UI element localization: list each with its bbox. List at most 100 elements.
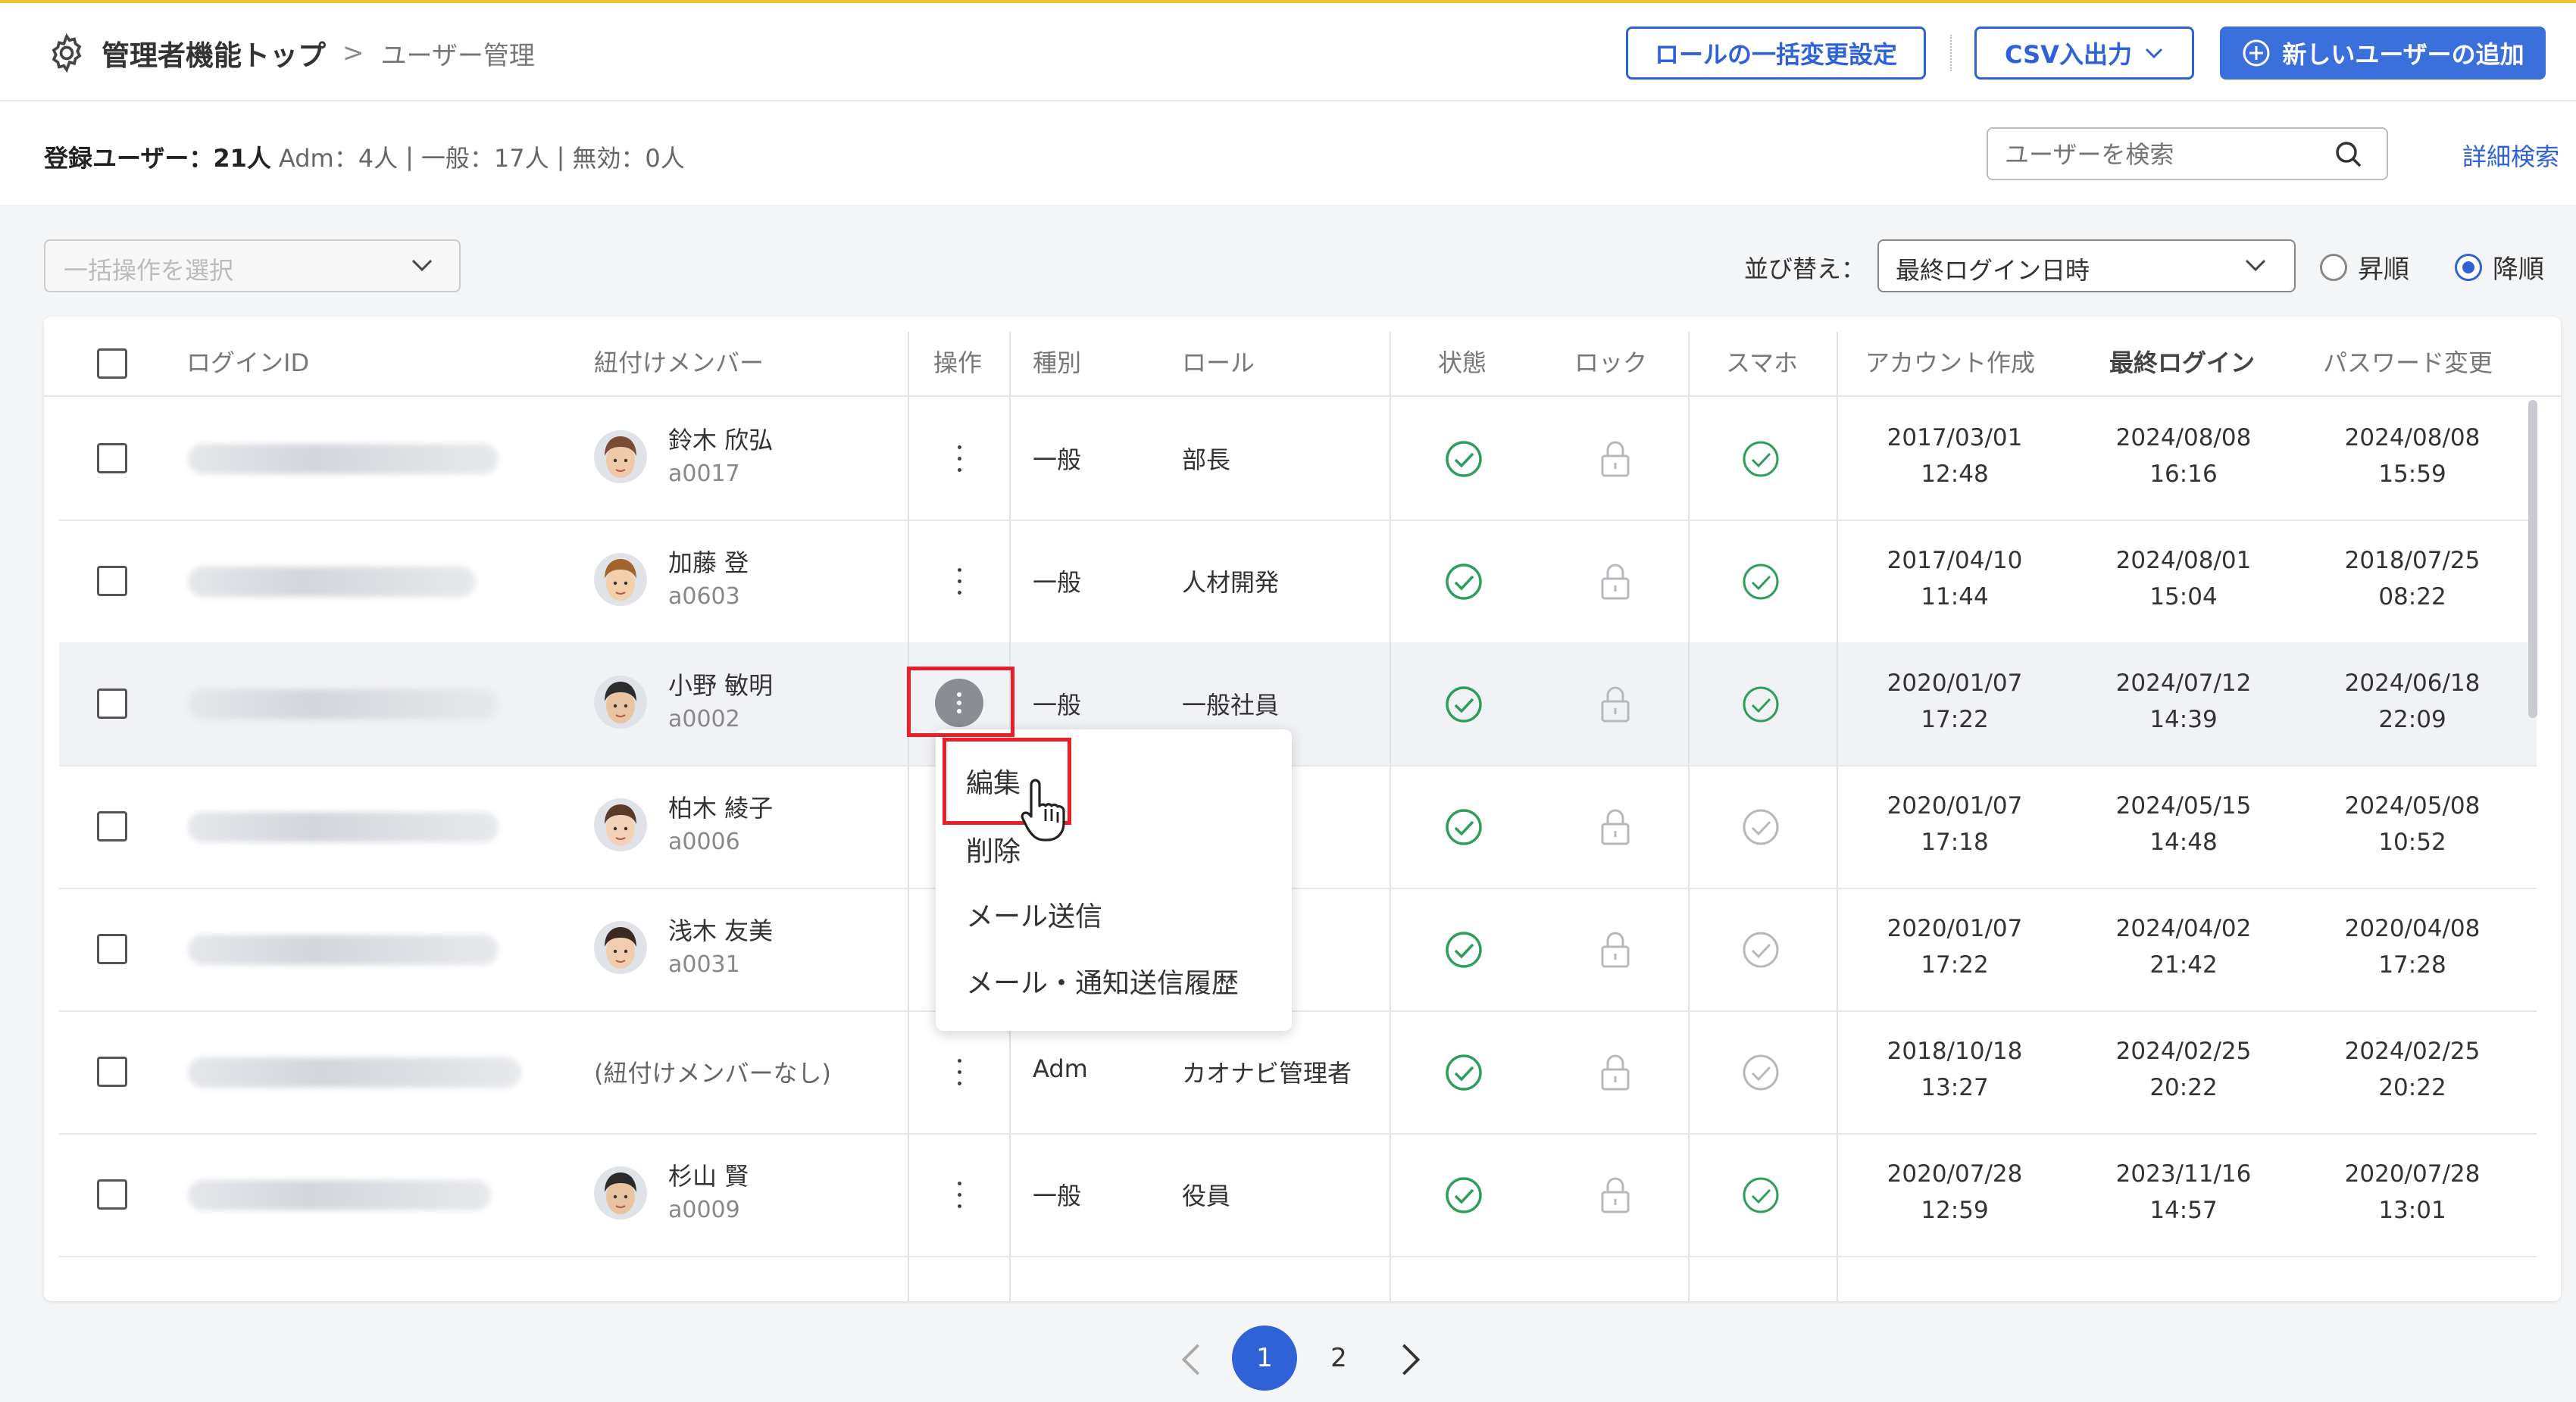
col-password-changed[interactable]: パスワード変更 — [2323, 344, 2493, 379]
pw-datetime: 2024/02/25 20:22 — [2337, 1033, 2488, 1106]
status-active-icon — [1446, 441, 1482, 477]
hand-cursor-icon — [1021, 779, 1065, 842]
pw-time: 15:59 — [2378, 461, 2446, 488]
col-phone[interactable]: スマホ — [1726, 344, 1798, 379]
row-action-button[interactable] — [955, 444, 964, 474]
created-date: 2020/01/07 — [1887, 792, 2023, 820]
breadcrumb-separator: > — [342, 38, 364, 68]
status-active-icon — [1446, 564, 1482, 600]
page-2-label: 2 — [1330, 1343, 1347, 1373]
col-last-login[interactable]: 最終ログイン — [2109, 344, 2255, 379]
phone-enabled-icon — [1743, 686, 1779, 723]
menu-item-mail-history[interactable]: メール・通知送信履歴 — [966, 961, 1239, 1001]
row-action-button[interactable] — [955, 567, 964, 597]
table-scrollbar[interactable] — [2526, 400, 2540, 1233]
advanced-search-link[interactable]: 詳細検索 — [2462, 138, 2559, 173]
member-name[interactable]: 加藤 登 — [668, 544, 749, 579]
avatar — [594, 921, 647, 974]
select-all-checkbox[interactable] — [97, 348, 127, 379]
created-time: 12:48 — [1921, 461, 1989, 488]
chevron-down-icon — [2145, 48, 2163, 59]
sort-desc-radio[interactable]: 降順 — [2455, 248, 2544, 286]
table-row[interactable]: (紐付けメンバーなし) Adm カオナビ管理者 2018/10/18 13:27 2024… — [59, 1010, 2537, 1135]
col-lock[interactable]: ロック — [1574, 344, 1647, 379]
col-action: 操作 — [933, 348, 983, 377]
sort-select-value: 最終ログイン日時 — [1896, 256, 2090, 285]
row-checkbox[interactable] — [97, 1057, 127, 1087]
login-id-redacted — [188, 689, 499, 720]
user-role: カオナビ管理者 — [1182, 1059, 1352, 1088]
login-time: 21:42 — [2149, 951, 2218, 979]
radio-circle-selected — [2455, 253, 2482, 281]
table-row[interactable]: 鈴木 欣弘 a0017 一般 部長 2017/03/01 12:48 2024/08/08 1… — [59, 397, 2537, 521]
row-checkbox[interactable] — [97, 566, 127, 596]
table-row[interactable]: 加藤 登 a0603 一般 人材開発 2017/04/10 11:44 2024/08/01… — [59, 520, 2537, 644]
col-member[interactable]: 紐付けメンバー — [594, 344, 764, 379]
prev-page-icon[interactable] — [1179, 1342, 1206, 1377]
login-datetime: 2024/05/15 14:48 — [2108, 788, 2259, 860]
user-role: 役員 — [1182, 1182, 1231, 1210]
created-date: 2018/10/18 — [1887, 1038, 2023, 1065]
login-date: 2023/11/16 — [2115, 1160, 2252, 1188]
search-icon[interactable] — [2331, 136, 2367, 173]
col-type[interactable]: 種別 — [1033, 344, 1081, 379]
row-checkbox[interactable] — [97, 811, 127, 842]
menu-item-send-mail[interactable]: メール送信 — [966, 895, 1102, 934]
col-divider — [1688, 332, 1690, 1301]
breadcrumb: 管理者機能トップ > ユーザー管理 — [45, 26, 535, 80]
user-role: 一般社員 — [1182, 691, 1280, 720]
csv-io-button[interactable]: CSV入出力 — [1974, 27, 2194, 80]
member-name[interactable]: 小野 敏明 — [668, 667, 773, 701]
row-checkbox[interactable] — [97, 1179, 127, 1210]
registered-count: 登録ユーザー：21人 — [44, 144, 271, 173]
pw-date: 2024/08/08 — [2344, 424, 2481, 451]
phone-disabled-icon — [1743, 809, 1779, 845]
member-name[interactable]: 杉山 賢 — [668, 1157, 749, 1192]
created-time: 12:59 — [1921, 1197, 1989, 1224]
created-datetime: 2017/03/01 12:48 — [1879, 420, 2030, 492]
table-row[interactable]: 柏木 綾子 a0006 2020/01/07 17:18 2024/05/15 14:48… — [59, 765, 2537, 889]
admin-top-link[interactable]: 管理者機能トップ — [102, 33, 326, 73]
row-action-button[interactable] — [955, 1180, 964, 1210]
menu-item-delete[interactable]: 削除 — [966, 829, 1021, 869]
member-id: a0006 — [668, 829, 740, 855]
col-login-id[interactable]: ログインID — [186, 344, 309, 379]
sort-select[interactable]: 最終ログイン日時 — [1877, 239, 2296, 292]
bulk-role-change-button[interactable]: ロールの一括変更設定 — [1626, 27, 1926, 80]
user-type: 一般 — [1033, 691, 1082, 720]
login-time: 20:22 — [2149, 1074, 2218, 1101]
row-checkbox[interactable] — [97, 443, 127, 473]
search-input[interactable] — [2003, 136, 2324, 173]
row-checkbox[interactable] — [97, 934, 127, 964]
add-user-button[interactable]: 新しいユーザーの追加 — [2220, 27, 2546, 80]
row-action-button[interactable] — [955, 1057, 964, 1088]
login-time: 14:39 — [2149, 706, 2218, 733]
next-page-icon[interactable] — [1397, 1342, 1424, 1377]
member-name[interactable]: 鈴木 欣弘 — [668, 421, 773, 456]
bulk-action-placeholder: 一括操作を選択 — [64, 256, 234, 285]
status-active-icon — [1446, 1054, 1482, 1091]
unlocked-icon — [1601, 564, 1630, 600]
member-name[interactable]: 浅木 友美 — [668, 912, 773, 947]
page-1-button[interactable]: 1 — [1232, 1325, 1297, 1391]
pw-date: 2024/06/18 — [2344, 670, 2481, 697]
pw-date: 2018/07/25 — [2344, 547, 2481, 574]
table-row[interactable]: 杉山 賢 a0009 一般 役員 2020/07/28 12:59 2023/11/16 14… — [59, 1133, 2537, 1257]
member-name[interactable]: 柏木 綾子 — [668, 789, 773, 824]
col-role[interactable]: ロール — [1182, 344, 1255, 379]
col-created[interactable]: アカウント作成 — [1865, 344, 2035, 379]
bulk-action-select[interactable]: 一括操作を選択 — [44, 239, 461, 292]
chevron-down-icon — [2245, 259, 2266, 272]
table-row[interactable]: 小野 敏明 a0002 一般 一般社員 2020/01/07 17:22 2024/07/1… — [59, 642, 2537, 767]
table-row[interactable]: 浅木 友美 a0031 2020/01/07 17:22 2024/04/02 21:42… — [59, 888, 2537, 1012]
scrollbar-thumb[interactable] — [2528, 400, 2537, 718]
page-2-button[interactable]: 2 — [1306, 1325, 1371, 1391]
col-status[interactable]: 状態 — [1438, 344, 1487, 379]
row-checkbox[interactable] — [97, 689, 127, 719]
unlocked-icon — [1601, 809, 1630, 845]
sort-asc-radio[interactable]: 昇順 — [2320, 248, 2409, 286]
user-role: 部長 — [1182, 445, 1231, 474]
avatar — [594, 553, 647, 606]
user-role: 人材開発 — [1182, 568, 1280, 597]
gear-icon[interactable] — [45, 32, 88, 74]
